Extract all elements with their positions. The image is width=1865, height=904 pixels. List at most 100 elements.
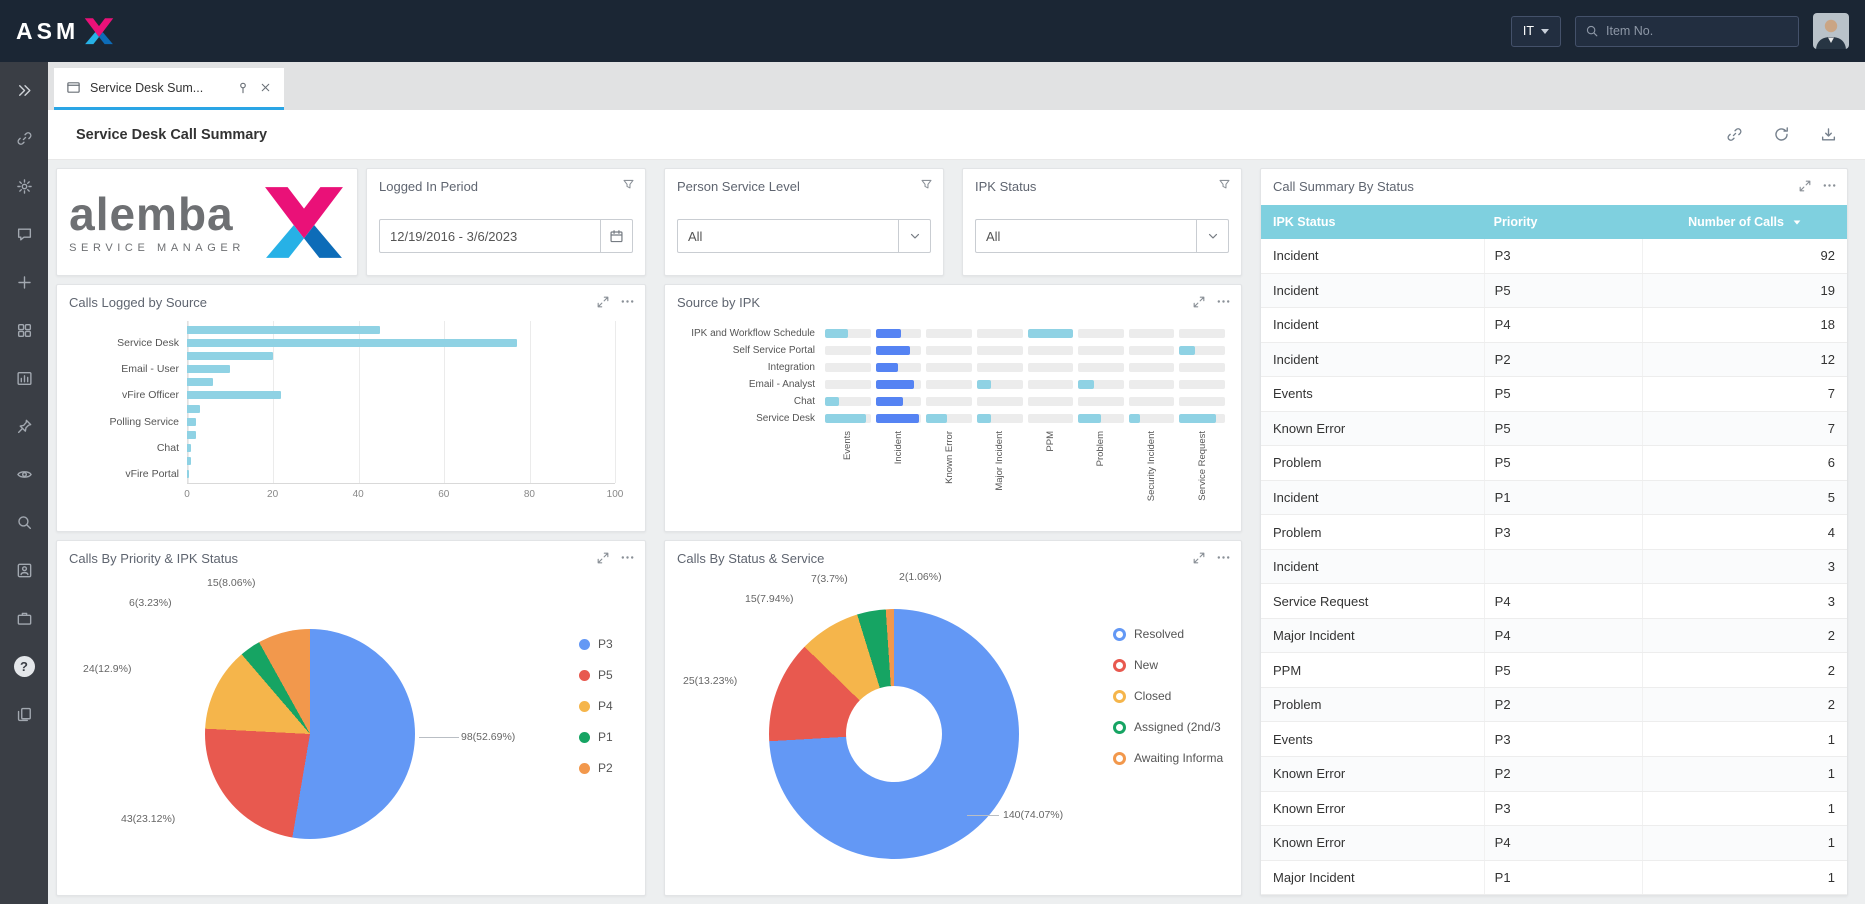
heatmap-cell[interactable] xyxy=(977,380,1023,389)
heatmap-cell[interactable] xyxy=(977,363,1023,372)
heatmap-cell[interactable] xyxy=(1129,363,1175,372)
legend-item[interactable]: P1 xyxy=(579,728,613,746)
table-row[interactable]: Major IncidentP42 xyxy=(1261,619,1847,654)
table-row[interactable]: Incident3 xyxy=(1261,550,1847,585)
heatmap-cell[interactable] xyxy=(977,397,1023,406)
bar[interactable] xyxy=(187,418,196,426)
heatmap-cell[interactable] xyxy=(825,397,871,406)
refresh-button[interactable] xyxy=(1773,126,1790,143)
heatmap-cell[interactable] xyxy=(926,397,972,406)
legend-item[interactable]: P5 xyxy=(579,666,613,684)
sidebar-item-settings[interactable] xyxy=(0,162,48,210)
expand-icon[interactable] xyxy=(1798,179,1812,193)
language-selector[interactable]: IT xyxy=(1511,16,1561,47)
more-options-icon[interactable] xyxy=(1822,178,1837,193)
sidebar-expand-button[interactable] xyxy=(0,66,48,114)
filter-funnel-icon[interactable] xyxy=(920,178,933,191)
bar[interactable] xyxy=(187,444,191,452)
legend-item[interactable]: P3 xyxy=(579,635,613,653)
export-button[interactable] xyxy=(1820,126,1837,143)
table-row[interactable]: EventsP31 xyxy=(1261,722,1847,757)
table-row[interactable]: IncidentP519 xyxy=(1261,274,1847,309)
sidebar-item-users[interactable] xyxy=(0,546,48,594)
heatmap-cell[interactable] xyxy=(1078,363,1124,372)
table-row[interactable]: IncidentP418 xyxy=(1261,308,1847,343)
bar[interactable] xyxy=(187,352,273,360)
sidebar-item-link[interactable] xyxy=(0,114,48,162)
sidebar-item-pages[interactable] xyxy=(0,690,48,738)
bar[interactable] xyxy=(187,431,196,439)
heatmap-cell[interactable] xyxy=(1179,363,1225,372)
global-search[interactable] xyxy=(1575,16,1799,47)
heatmap-cell[interactable] xyxy=(1078,380,1124,389)
sidebar-item-apps[interactable] xyxy=(0,306,48,354)
donut-chart[interactable] xyxy=(769,609,1019,859)
date-range-input[interactable] xyxy=(379,219,633,253)
heatmap-cell[interactable] xyxy=(876,397,922,406)
heatmap-cell[interactable] xyxy=(1078,397,1124,406)
sidebar-item-watch[interactable] xyxy=(0,450,48,498)
heatmap-cell[interactable] xyxy=(876,346,922,355)
heatmap-cell[interactable] xyxy=(825,380,871,389)
table-row[interactable]: IncidentP15 xyxy=(1261,481,1847,516)
table-row[interactable]: Known ErrorP21 xyxy=(1261,757,1847,792)
heatmap-cell[interactable] xyxy=(977,329,1023,338)
filter-funnel-icon[interactable] xyxy=(1218,178,1231,191)
table-row[interactable]: EventsP57 xyxy=(1261,377,1847,412)
heatmap-cell[interactable] xyxy=(825,414,871,423)
bar[interactable] xyxy=(187,378,213,386)
heatmap-cell[interactable] xyxy=(1179,329,1225,338)
sidebar-item-search[interactable] xyxy=(0,498,48,546)
bar[interactable] xyxy=(187,470,189,478)
sidebar-item-services[interactable] xyxy=(0,594,48,642)
heatmap-cell[interactable] xyxy=(825,363,871,372)
share-link-button[interactable] xyxy=(1726,126,1743,143)
heatmap-cell[interactable] xyxy=(1179,380,1225,389)
heatmap-cell[interactable] xyxy=(926,346,972,355)
heatmap-cell[interactable] xyxy=(876,329,922,338)
service-level-select[interactable]: All xyxy=(677,219,931,253)
heatmap-cell[interactable] xyxy=(1129,380,1175,389)
calendar-icon[interactable] xyxy=(600,220,632,252)
table-row[interactable]: Major IncidentP11 xyxy=(1261,861,1847,896)
table-row[interactable]: Known ErrorP57 xyxy=(1261,412,1847,447)
heatmap-cell[interactable] xyxy=(926,363,972,372)
legend-item[interactable]: Assigned (2nd/3 xyxy=(1113,718,1223,736)
heatmap-cell[interactable] xyxy=(1028,380,1074,389)
heatmap-cell[interactable] xyxy=(926,329,972,338)
heatmap-cell[interactable] xyxy=(977,346,1023,355)
heatmap-cell[interactable] xyxy=(1129,329,1175,338)
chevron-down-icon[interactable] xyxy=(1196,220,1228,252)
heatmap-cell[interactable] xyxy=(1028,397,1074,406)
heatmap-cell[interactable] xyxy=(1028,414,1074,423)
heatmap-cell[interactable] xyxy=(1129,414,1175,423)
bar[interactable] xyxy=(187,326,380,334)
table-row[interactable]: Known ErrorP41 xyxy=(1261,826,1847,861)
app-logo[interactable]: ASM xyxy=(16,16,114,46)
heatmap-cell[interactable] xyxy=(926,380,972,389)
pie-chart[interactable] xyxy=(205,629,415,839)
bar[interactable] xyxy=(187,405,200,413)
heatmap-cell[interactable] xyxy=(876,414,922,423)
sidebar-item-chat[interactable] xyxy=(0,210,48,258)
legend-item[interactable]: New xyxy=(1113,656,1223,674)
search-input[interactable] xyxy=(1606,24,1789,38)
user-avatar[interactable] xyxy=(1813,13,1849,49)
heatmap-cell[interactable] xyxy=(1179,346,1225,355)
column-header-priority[interactable]: Priority xyxy=(1484,215,1642,229)
heatmap-cell[interactable] xyxy=(1179,414,1225,423)
more-options-icon[interactable] xyxy=(1216,294,1231,309)
sidebar-item-new[interactable] xyxy=(0,258,48,306)
sidebar-item-pins[interactable] xyxy=(0,402,48,450)
column-header-ipk-status[interactable]: IPK Status xyxy=(1261,215,1484,229)
heatmap-cell[interactable] xyxy=(1078,346,1124,355)
table-row[interactable]: IncidentP212 xyxy=(1261,343,1847,378)
expand-icon[interactable] xyxy=(596,295,610,309)
chevron-down-icon[interactable] xyxy=(898,220,930,252)
sidebar-item-dashboards[interactable] xyxy=(0,354,48,402)
legend-item[interactable]: P4 xyxy=(579,697,613,715)
bar[interactable] xyxy=(187,391,281,399)
heatmap-cell[interactable] xyxy=(977,414,1023,423)
filter-funnel-icon[interactable] xyxy=(622,178,635,191)
column-header-number-of-calls[interactable]: Number of Calls xyxy=(1642,215,1847,229)
